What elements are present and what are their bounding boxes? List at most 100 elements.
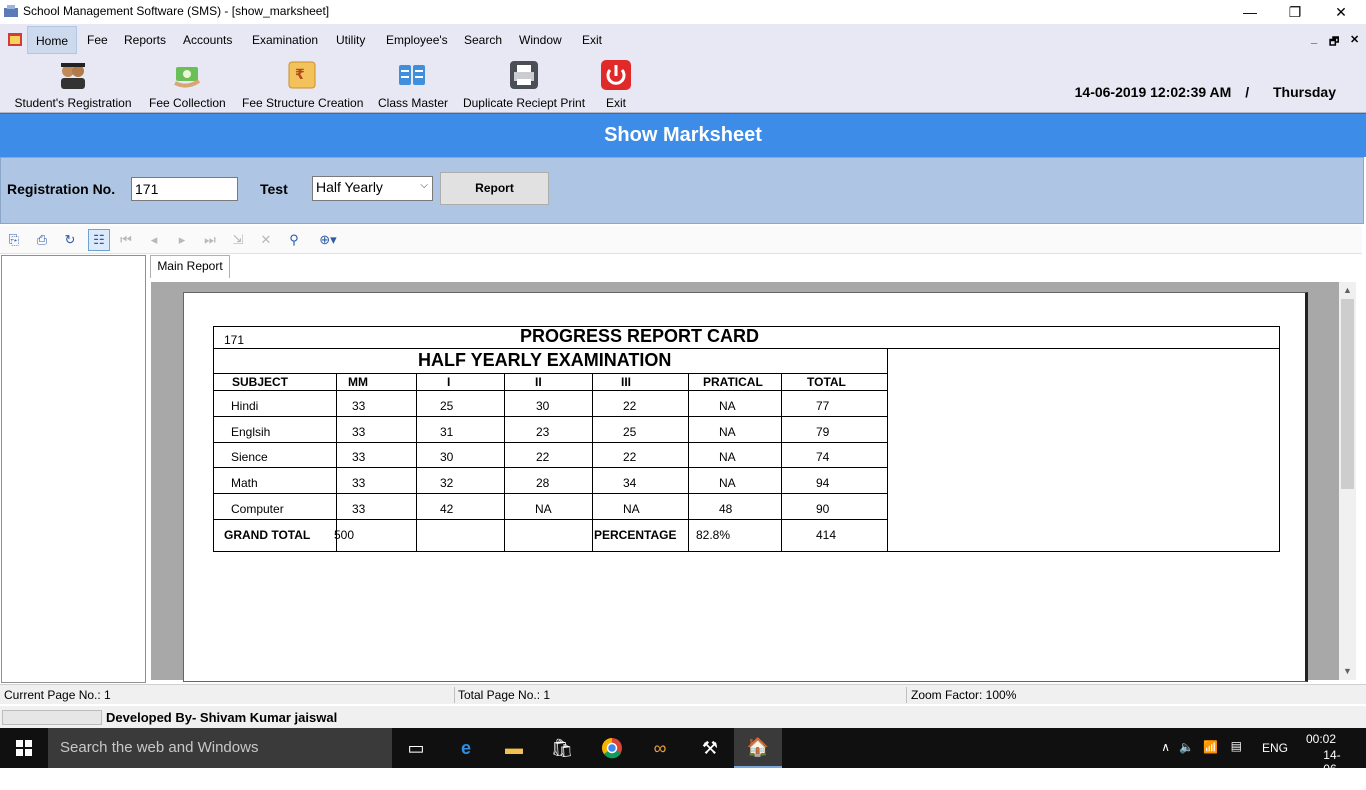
table-cell: NA [719, 399, 736, 413]
percentage-label: PERCENTAGE [594, 528, 677, 542]
exit-button[interactable]: Exit [598, 59, 634, 110]
scroll-up-icon[interactable]: ▲ [1339, 282, 1356, 299]
taskbar-search[interactable]: Search the web and Windows [48, 728, 392, 768]
goto-page-icon[interactable]: ⇲ [230, 232, 246, 248]
menu-accounts[interactable]: Accounts [175, 26, 240, 54]
scroll-thumb[interactable] [1341, 299, 1354, 489]
table-cell: NA [623, 502, 640, 516]
table-cell: 42 [440, 502, 454, 516]
fee-structure-button[interactable]: ₹ Fee Structure Creation [242, 59, 364, 110]
network-icon[interactable]: 📶 [1203, 740, 1218, 754]
table-cell: 33 [352, 502, 366, 516]
find-icon[interactable]: ⚲ [286, 232, 302, 248]
group-tree-icon[interactable]: ☷ [88, 229, 110, 251]
table-cell: 90 [816, 502, 830, 516]
table-cell: 48 [719, 502, 733, 516]
grand-total-value: 500 [334, 528, 355, 542]
zoom-icon[interactable]: ⊕▾ [314, 232, 342, 248]
printer-icon [510, 61, 538, 89]
volume-icon[interactable]: 🔈 [1179, 740, 1194, 754]
vertical-scrollbar[interactable]: ▲ ▼ [1339, 282, 1356, 680]
store-icon[interactable]: 🛍 [538, 728, 586, 768]
search-form: Registration No. Test Half Yearly ⌵ Repo… [0, 157, 1364, 224]
class-icon [399, 65, 425, 85]
next-page-icon[interactable]: ▸ [174, 232, 190, 248]
table-cell: NA [719, 450, 736, 464]
infinity-app-icon[interactable]: ∞ [636, 728, 684, 768]
export-icon[interactable]: ⎘ [6, 232, 22, 248]
report-exam-name: HALF YEARLY EXAMINATION [418, 350, 672, 370]
menu-home[interactable]: Home [27, 26, 78, 54]
menu-exit[interactable]: Exit [574, 26, 610, 54]
show-hidden-icons-icon[interactable]: ∧ [1161, 740, 1170, 754]
col-header-mm: MM [348, 375, 368, 389]
students-icon [61, 63, 85, 89]
group-tree-panel[interactable] [1, 255, 146, 683]
col-header-pratical: PRATICAL [703, 375, 763, 389]
fee-collection-button[interactable]: Fee Collection [149, 59, 226, 110]
clock-date[interactable]: 14-06-2019 [1323, 748, 1350, 790]
stop-icon[interactable]: ✕ [258, 232, 274, 248]
current-page-status: Current Page No.: 1 [4, 688, 111, 702]
tab-main-report[interactable]: Main Report [150, 255, 230, 278]
maximize-button[interactable]: ❐ [1272, 0, 1318, 24]
close-button[interactable]: ✕ [1318, 0, 1364, 24]
toolbar-label: Class Master [378, 96, 449, 110]
total-page-status: Total Page No.: 1 [458, 688, 551, 702]
scroll-down-icon[interactable]: ▼ [1339, 663, 1356, 680]
toolbar-label: Fee Structure Creation [242, 96, 364, 110]
day-text: Thursday [1272, 84, 1336, 100]
menu-utility[interactable]: Utility [328, 26, 373, 54]
table-cell: Sience [231, 450, 268, 464]
chevron-down-icon: ⌵ [420, 180, 428, 191]
table-cell: 25 [440, 399, 454, 413]
clock-time[interactable]: 00:02 [1306, 732, 1336, 746]
table-cell: 22 [623, 399, 637, 413]
title-bar: School Management Software (SMS) - [show… [0, 0, 1366, 24]
task-view-icon[interactable]: ▭ [392, 728, 440, 768]
mdi-child-icon [8, 33, 22, 46]
table-cell: 79 [816, 425, 830, 439]
money-icon [174, 67, 201, 88]
duplicate-receipt-print-button[interactable]: Duplicate Reciept Print [462, 59, 586, 110]
print-icon[interactable]: ⎙ [34, 232, 50, 248]
minimize-button[interactable]: — [1227, 0, 1273, 24]
fee-card-icon: ₹ [288, 61, 316, 89]
chrome-icon[interactable] [588, 728, 636, 768]
menu-examination[interactable]: Examination [244, 26, 326, 54]
mdi-minimize-button[interactable]: _ [1311, 33, 1317, 45]
table-cell: 33 [352, 450, 366, 464]
start-button[interactable] [0, 728, 48, 768]
menu-search[interactable]: Search [456, 26, 510, 54]
test-dropdown[interactable]: Half Yearly ⌵ [312, 176, 433, 201]
table-cell: 25 [623, 425, 637, 439]
notifications-icon[interactable]: ▤ [1231, 739, 1242, 753]
report-viewer-toolbar: ⎘ ⎙ ↻ ☷ ⏮ ◂ ▸ ⏭ ⇲ ✕ ⚲ ⊕▾ [0, 226, 1362, 254]
sms-app-icon[interactable]: 🏠 [734, 728, 782, 768]
menu-window[interactable]: Window [511, 26, 570, 54]
language-indicator[interactable]: ENG [1262, 741, 1288, 755]
file-explorer-icon[interactable]: ▬ [490, 728, 538, 768]
class-master-button[interactable]: Class Master [378, 59, 449, 110]
table-cell: 23 [536, 425, 550, 439]
datetime-separator: / [1245, 84, 1250, 100]
mdi-restore-button[interactable]: 🗗 [1329, 33, 1339, 52]
students-registration-button[interactable]: Student's Registration [14, 59, 132, 110]
mdi-close-button[interactable]: ✕ [1350, 33, 1359, 46]
power-icon [601, 60, 631, 90]
edge-icon[interactable]: e [442, 728, 490, 768]
tools-app-icon[interactable]: ⚒ [686, 728, 734, 768]
window-title: School Management Software (SMS) - [show… [23, 4, 330, 18]
prev-page-icon[interactable]: ◂ [146, 232, 162, 248]
refresh-icon[interactable]: ↻ [62, 232, 78, 248]
last-page-icon[interactable]: ⏭ [202, 232, 218, 248]
menu-reports[interactable]: Reports [116, 26, 174, 54]
report-button[interactable]: Report [440, 172, 549, 205]
table-cell: NA [719, 476, 736, 490]
first-page-icon[interactable]: ⏮ [118, 232, 134, 248]
table-cell: Englsih [231, 425, 271, 439]
status-bar: Current Page No.: 1 Total Page No.: 1 Zo… [0, 684, 1366, 704]
menu-fee[interactable]: Fee [79, 26, 116, 54]
registration-input[interactable] [131, 177, 238, 201]
menu-employees[interactable]: Employee's [378, 26, 456, 54]
